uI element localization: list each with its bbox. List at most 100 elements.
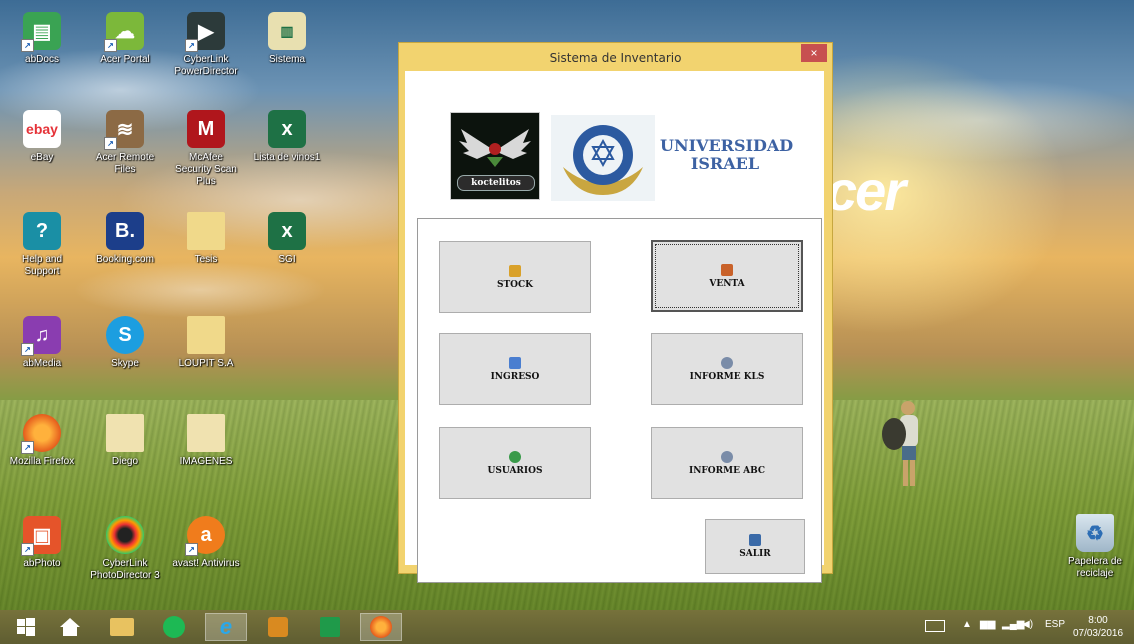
acer-portal-icon: ☁ ↗ — [104, 12, 144, 52]
desktop-icon-label: Acer Remote Files — [95, 152, 155, 175]
venta-button-label: VENTA — [709, 278, 745, 289]
taskbar-store[interactable] — [312, 613, 348, 641]
excel-file-icon: x — [268, 212, 306, 250]
informe-kls-button-label: INFORME KLS — [689, 371, 765, 382]
desktop-icon-help-support[interactable]: ? Help and Support — [6, 212, 78, 278]
desktop-icon-diego[interactable]: Diego — [89, 414, 161, 468]
clock-date: 07/03/2016 — [1072, 628, 1124, 639]
desktop-icon-firefox[interactable]: ↗ Mozilla Firefox — [6, 414, 78, 468]
exit-door-icon — [749, 534, 761, 546]
window-titlebar[interactable]: Sistema de Inventario × — [399, 43, 832, 73]
desktop-icon-powerdirector[interactable]: ▶ ↗ CyberLink PowerDirector — [170, 12, 242, 78]
avast-icon: a ↗ — [185, 516, 225, 556]
window-title: Sistema de Inventario — [549, 51, 682, 65]
firefox-icon: ↗ — [21, 414, 61, 454]
desktop-icon-label: Lista de vinos1 — [253, 152, 321, 163]
desktop-icon-mcafee[interactable]: M McAfee Security Scan Plus — [170, 110, 242, 188]
usuarios-button-label: USUARIOS — [487, 465, 543, 476]
desktop-icon-sistema[interactable]: ▥ Sistema — [251, 12, 323, 66]
desktop-icon-ebay[interactable]: ebay eBay — [6, 110, 78, 164]
koctelitos-logo: koctelitos — [450, 112, 540, 200]
taskbar-firefox[interactable] — [360, 613, 402, 641]
desktop-icon-abmedia[interactable]: ♫ ↗ abMedia — [6, 316, 78, 370]
ingreso-button[interactable]: INGRESO — [439, 333, 591, 405]
university-name-line1: UNIVERSIDAD — [660, 136, 794, 155]
photodirector-icon — [106, 516, 144, 554]
university-name: UNIVERSIDAD ISRAEL — [660, 136, 794, 173]
ingreso-button-label: INGRESO — [490, 371, 540, 382]
taskbar-internet-explorer[interactable]: e — [205, 613, 247, 641]
taskbar-spotify[interactable] — [156, 613, 192, 641]
salir-button[interactable]: SALIR — [705, 519, 805, 574]
desktop-icon-label: Booking.com — [96, 254, 154, 265]
desktop-icon-label: abPhoto — [23, 558, 61, 569]
abmedia-icon: ♫ ↗ — [21, 316, 61, 356]
menu-panel: STOCK VENTA INGRESO INFORME KLS USUARIOS… — [417, 218, 822, 583]
usuarios-button[interactable]: USUARIOS — [439, 427, 591, 499]
ebay-icon: ebay — [23, 110, 61, 148]
help-icon: ? — [23, 212, 61, 250]
firefox-icon — [370, 616, 392, 638]
clock[interactable]: 8:00 07/03/2016 — [1070, 614, 1126, 640]
wallpaper-brand: cer — [826, 159, 906, 222]
home-icon — [60, 618, 80, 636]
wings-icon — [459, 129, 531, 167]
venta-button[interactable]: VENTA — [651, 240, 803, 312]
desktop-icon-label: eBay — [30, 152, 54, 163]
clock-time: 8:00 — [1088, 615, 1108, 626]
desktop-icon-loupit[interactable]: LOUPIT S.A — [170, 316, 242, 370]
desktop-icon-sgi[interactable]: x SGI — [251, 212, 323, 266]
box-icon — [509, 264, 521, 277]
network-icon[interactable]: ▆▆ — [980, 619, 995, 630]
abphoto-icon: ▣ ↗ — [21, 516, 61, 556]
desktop-icon-abdocs[interactable]: ▤ ↗ abDocs — [6, 12, 78, 66]
desktop-icon-acer-portal[interactable]: ☁ ↗ Acer Portal — [89, 12, 161, 66]
desktop-icon-label: abDocs — [25, 54, 59, 65]
desktop-icon-booking[interactable]: B. Booking.com — [89, 212, 161, 266]
users-icon — [509, 450, 521, 463]
keyboard-icon[interactable] — [925, 620, 945, 632]
mcafee-icon: M — [187, 110, 225, 148]
taskbar-app-orange[interactable] — [260, 613, 296, 641]
desktop-icon-abphoto[interactable]: ▣ ↗ abPhoto — [6, 516, 78, 570]
volume-icon[interactable]: ◀) — [1022, 619, 1033, 630]
powerdirector-icon: ▶ ↗ — [185, 12, 225, 52]
windows-logo-icon — [17, 618, 35, 636]
taskbar-home[interactable] — [52, 613, 88, 641]
desktop-icon-recycle-bin[interactable]: ♻ Papelera de reciclaje — [1060, 514, 1130, 580]
desktop-icon-label: avast! Antivirus — [172, 558, 240, 569]
desktop-icon-skype[interactable]: S Skype — [89, 316, 161, 370]
informe-abc-button[interactable]: INFORME ABC — [651, 427, 803, 499]
close-button[interactable]: × — [801, 44, 827, 62]
magnifier-icon — [721, 356, 733, 369]
acer-remote-files-icon: ≋ ↗ — [104, 110, 144, 150]
desktop-icon-label: Mozilla Firefox — [9, 456, 75, 467]
booking-icon: B. — [106, 212, 144, 250]
informe-kls-button[interactable]: INFORME KLS — [651, 333, 803, 405]
spotify-icon — [163, 616, 185, 638]
desktop-icon-label: Sistema — [268, 54, 306, 65]
desktop-icon-label: IMAGENES — [179, 456, 233, 467]
excel-file-icon: x — [268, 110, 306, 148]
start-button[interactable] — [8, 613, 44, 641]
show-hidden-icons-icon[interactable]: ▲ — [962, 619, 972, 630]
folder-icon — [187, 316, 225, 354]
taskbar-file-explorer[interactable] — [104, 613, 140, 641]
desktop-icon-label: CyberLink PhotoDirector 3 — [90, 558, 160, 581]
desktop-icon-tesis[interactable]: Tesis — [170, 212, 242, 266]
university-seal-icon — [563, 125, 643, 195]
desktop-icon-photodirector[interactable]: CyberLink PhotoDirector 3 — [89, 516, 161, 582]
informe-abc-button-label: INFORME ABC — [688, 465, 766, 476]
stock-button[interactable]: STOCK — [439, 241, 591, 313]
university-name-line2: ISRAEL — [690, 154, 760, 173]
desktop-icon-lista-vinos[interactable]: x Lista de vinos1 — [251, 110, 323, 164]
desktop-icon-acer-remote-files[interactable]: ≋ ↗ Acer Remote Files — [89, 110, 161, 176]
skype-icon: S — [106, 316, 144, 354]
desktop-icon-imagenes[interactable]: IMAGENES — [170, 414, 242, 468]
desktop-icon-avast[interactable]: a ↗ avast! Antivirus — [170, 516, 242, 570]
language-indicator[interactable]: ESP — [1045, 619, 1065, 630]
internet-explorer-icon: e — [219, 614, 233, 639]
desktop-icon-label: Help and Support — [21, 254, 63, 277]
folder-icon — [106, 414, 144, 452]
folder-icon — [110, 618, 134, 636]
